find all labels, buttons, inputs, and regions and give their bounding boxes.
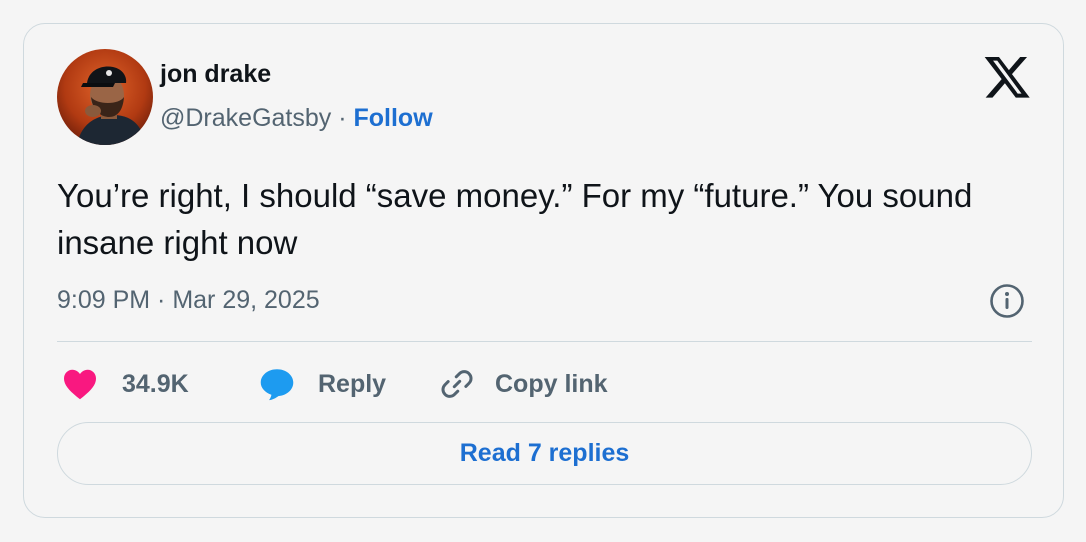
info-icon[interactable]: [989, 283, 1025, 319]
like-count: 34.9K: [122, 370, 189, 398]
avatar-image: [57, 49, 153, 145]
heart-icon: [64, 369, 96, 400]
author-handle-line: @DrakeGatsby · Follow: [160, 102, 433, 134]
reply-button[interactable]: Reply: [259, 364, 386, 404]
handle-separator: ·: [331, 104, 354, 132]
reply-bubble-icon: [260, 369, 294, 401]
link-icon: [441, 370, 473, 398]
x-logo-icon[interactable]: [984, 56, 1030, 98]
copy-link-button[interactable]: Copy link: [439, 364, 608, 404]
read-replies-button[interactable]: Read 7 replies: [57, 422, 1032, 485]
tweet-text: You’re right, I should “save money.” For…: [57, 177, 973, 261]
reply-label: Reply: [318, 370, 387, 398]
tweet-timestamp[interactable]: 9:09 PM · Mar 29, 2025: [57, 284, 320, 316]
follow-link[interactable]: Follow: [353, 104, 432, 132]
avatar[interactable]: [57, 49, 153, 145]
copy-link-label: Copy link: [495, 370, 608, 398]
tweet-card: jon drake @DrakeGatsby · Follow You’re r…: [23, 23, 1064, 518]
author-handle[interactable]: @DrakeGatsby: [160, 104, 331, 132]
like-button[interactable]: 34.9K: [62, 364, 189, 404]
divider: [57, 341, 1032, 342]
author-name[interactable]: jon drake: [160, 58, 271, 90]
read-replies-label: Read 7 replies: [459, 439, 630, 467]
